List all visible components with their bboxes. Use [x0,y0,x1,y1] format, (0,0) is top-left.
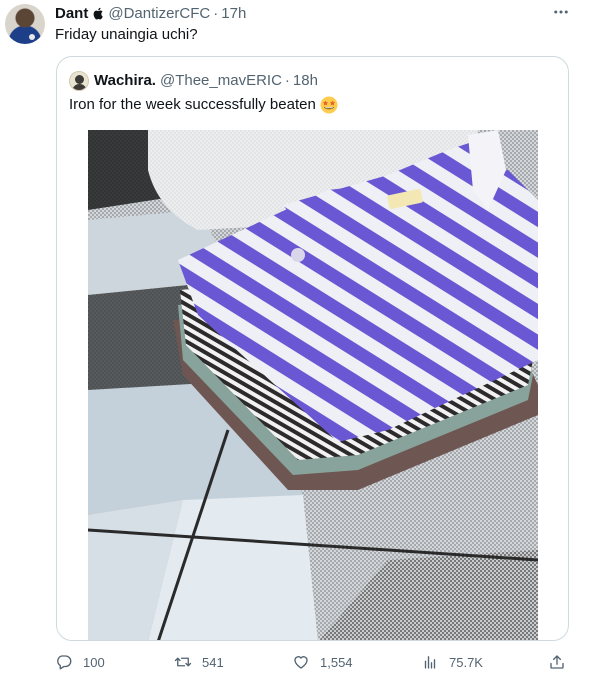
shirts-photo-drawing [88,130,538,640]
reply-button[interactable]: 100 [55,650,105,674]
profile-photo-icon[interactable] [5,4,45,44]
tweet-header: Dant @DantizerCFC · 17h [55,4,246,22]
share-button[interactable] [548,650,566,674]
retweet-icon [174,657,192,667]
heart-icon [294,656,308,669]
quote-author-handle: @Thee_mavERIC [159,71,282,89]
views-button[interactable]: 75.7K [421,650,483,674]
timestamp[interactable]: 17h [221,5,246,22]
like-button[interactable]: 1,554 [292,650,353,674]
quote-separator-dot: · [284,71,290,89]
apple-icon [93,7,104,19]
tweet-actions: 100 541 1,554 75.7K [55,650,575,674]
quoted-tweet[interactable]: Wachira. @Thee_mavERIC · 18h Iron for th… [56,56,569,641]
more-options-icon[interactable] [548,2,574,22]
star-struck-emoji-icon [320,96,338,114]
quote-timestamp: 18h [292,71,318,89]
tweet[interactable]: Dant @DantizerCFC · 17h Friday unaingia … [0,0,594,690]
quote-author-name: Wachira. [94,71,156,89]
author-handle[interactable]: @DantizerCFC [108,5,210,22]
separator-dot: · [213,4,219,22]
retweet-count: 541 [202,654,224,670]
like-count: 1,554 [320,654,353,670]
quote-text-line: Iron for the week successfully beaten [69,95,338,115]
quote-header: Wachira. @Thee_mavERIC · 18h [94,70,318,90]
views-count: 75.7K [449,654,483,670]
quote-text: Iron for the week successfully beaten [69,96,316,113]
avatar-badge [29,34,35,40]
tweet-text: Friday unaingia uchi? [55,26,198,43]
reply-count: 100 [83,654,105,670]
reply-icon [57,655,72,670]
views-icon [424,656,436,669]
quote-avatar-icon[interactable] [69,71,89,91]
author-name[interactable]: Dant [55,5,88,22]
retweet-button[interactable]: 541 [174,650,224,674]
share-icon [550,655,564,669]
folded-ironed-shirts-photo[interactable] [88,130,538,640]
